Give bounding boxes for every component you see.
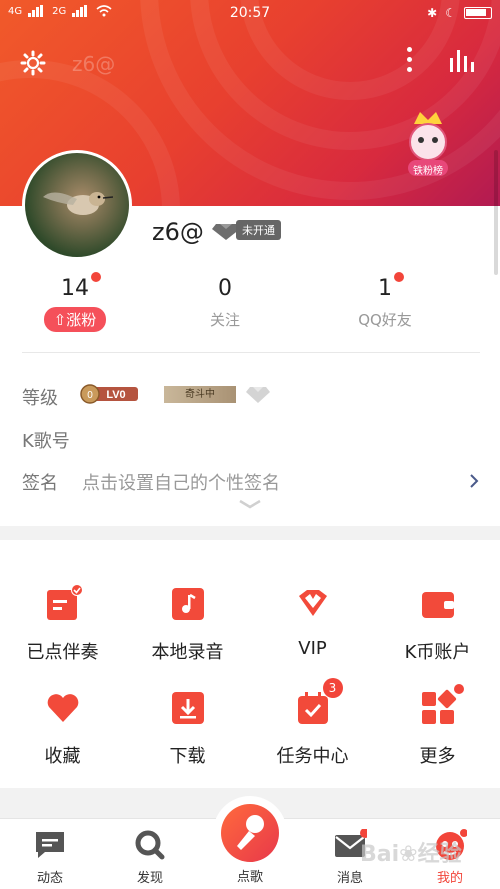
wallet-icon bbox=[418, 584, 458, 624]
profile-screen: 4G 2G 20:57 ✱ ☾ z6@ 铁粉榜 z6@ 未开通 14 ⇧涨粉 0… bbox=[0, 0, 500, 889]
more-grid-icon bbox=[418, 684, 464, 728]
level-label: 等级 bbox=[22, 388, 58, 409]
more-options-icon[interactable] bbox=[402, 44, 416, 76]
grid-label: K币账户 bbox=[404, 642, 471, 663]
divider bbox=[22, 352, 480, 353]
tab-discover[interactable]: 发现 bbox=[100, 829, 200, 886]
qq-friends-label: QQ好友 bbox=[358, 311, 412, 329]
task-icon: 3 bbox=[293, 678, 343, 728]
grid-label: 本地录音 bbox=[151, 642, 224, 663]
feature-grid: 已点伴奏 本地录音 VIP K币账户 收藏 下载 3 任务中心 更多 bbox=[0, 540, 500, 788]
local-recording-icon bbox=[168, 584, 208, 624]
signature-placeholder[interactable]: 点击设置自己的个性签名 bbox=[82, 469, 280, 495]
status-right: ✱ ☾ bbox=[427, 6, 492, 20]
mic-icon bbox=[221, 804, 279, 862]
tab-label: 消息 bbox=[336, 871, 363, 886]
tab-label: 发现 bbox=[136, 871, 163, 886]
username: z6@ bbox=[152, 218, 204, 246]
following-count: 0 bbox=[218, 276, 232, 301]
vip-status-label: 未开通 bbox=[236, 220, 281, 240]
tab-label: 我的 bbox=[436, 871, 463, 886]
moon-icon: ☾ bbox=[445, 6, 456, 20]
search-icon bbox=[133, 829, 167, 861]
stat-qq-friends[interactable]: 1 QQ好友 bbox=[310, 272, 460, 330]
qq-friends-notification-dot bbox=[394, 272, 404, 282]
download-icon bbox=[168, 688, 208, 728]
tab-feed[interactable]: 动态 bbox=[0, 829, 100, 886]
gear-icon[interactable] bbox=[20, 50, 46, 76]
qq-friends-count: 1 bbox=[378, 272, 404, 301]
header-faded-username: z6@ bbox=[72, 52, 116, 76]
following-label: 关注 bbox=[209, 311, 240, 329]
grid-label: VIP bbox=[298, 638, 327, 659]
grid-item-local-recording[interactable]: 本地录音 bbox=[125, 584, 250, 664]
chat-icon bbox=[33, 829, 67, 861]
stat-fans[interactable]: 14 ⇧涨粉 bbox=[0, 272, 150, 332]
kge-number-label: K歌号 bbox=[22, 431, 70, 452]
heart-icon bbox=[43, 688, 83, 728]
grid-item-download[interactable]: 下载 bbox=[125, 688, 250, 768]
chevron-right-icon[interactable] bbox=[468, 472, 480, 490]
ranking-chart-icon[interactable] bbox=[448, 48, 478, 74]
sing-label: 点歌 bbox=[236, 870, 263, 885]
level-badge[interactable]: 0 LV0 bbox=[80, 384, 140, 404]
grid-label: 下载 bbox=[169, 746, 206, 767]
tab-label: 动态 bbox=[36, 871, 63, 886]
level-value: LV0 bbox=[106, 389, 125, 401]
accompaniment-icon bbox=[43, 584, 83, 624]
avatar[interactable] bbox=[22, 150, 132, 260]
fan-ranking-badge[interactable]: 铁粉榜 bbox=[406, 104, 450, 184]
stats-row: 14 ⇧涨粉 0 关注 1 QQ好友 bbox=[0, 272, 500, 346]
baidu-watermark: Bai❀经验 bbox=[360, 842, 462, 867]
grid-label: 更多 bbox=[419, 746, 456, 767]
fans-notification-dot bbox=[91, 272, 101, 282]
vip-status-badge[interactable]: 未开通 bbox=[212, 220, 281, 240]
sing-button[interactable] bbox=[213, 796, 287, 870]
status-bar: 4G 2G 20:57 ✱ ☾ bbox=[0, 0, 500, 28]
vip-icon bbox=[293, 584, 333, 624]
grid-label: 已点伴奏 bbox=[26, 642, 99, 663]
signature-label: 签名 bbox=[22, 473, 58, 494]
clock: 20:57 bbox=[229, 5, 271, 21]
stat-following[interactable]: 0 关注 bbox=[150, 276, 300, 330]
increase-fans-button[interactable]: ⇧涨粉 bbox=[43, 307, 107, 332]
fan-ranking-label: 铁粉榜 bbox=[413, 166, 443, 177]
grid-label: 任务中心 bbox=[276, 746, 349, 767]
battery-icon bbox=[464, 7, 492, 19]
grid-item-more[interactable]: 更多 bbox=[375, 684, 500, 768]
grid-item-wallet[interactable]: K币账户 bbox=[375, 584, 500, 664]
grid-item-accompaniment[interactable]: 已点伴奏 bbox=[0, 584, 125, 664]
fans-count: 14 bbox=[61, 272, 101, 301]
grid-item-favorites[interactable]: 收藏 bbox=[0, 688, 125, 768]
gray-diamond-icon[interactable] bbox=[246, 384, 270, 404]
grid-item-task-center[interactable]: 3 任务中心 bbox=[250, 678, 375, 768]
grid-item-vip[interactable]: VIP bbox=[250, 584, 375, 659]
qidou-badge[interactable]: 奇斗中 bbox=[164, 386, 236, 403]
scrollbar[interactable] bbox=[494, 150, 498, 275]
chevron-down-icon[interactable] bbox=[236, 498, 264, 510]
bluetooth-icon: ✱ bbox=[427, 6, 438, 20]
more-notification-dot bbox=[453, 684, 464, 694]
grid-label: 收藏 bbox=[44, 746, 81, 767]
hummingbird-image bbox=[43, 192, 113, 215]
task-count-badge: 3 bbox=[322, 678, 343, 698]
svg-text:0: 0 bbox=[87, 390, 93, 401]
